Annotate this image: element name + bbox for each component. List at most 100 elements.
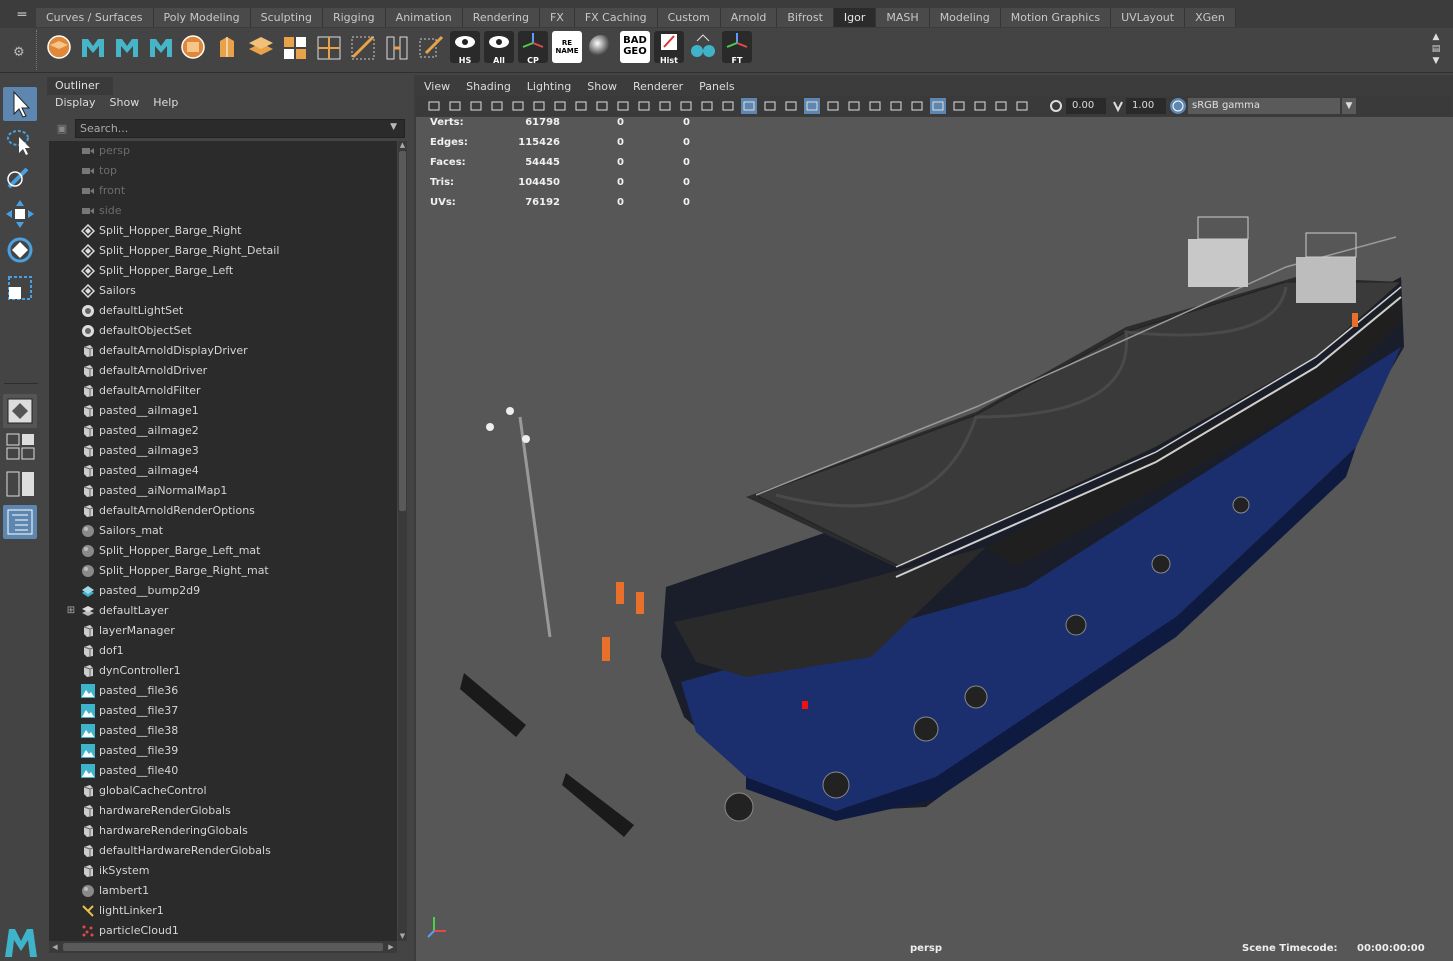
shelf-tab[interactable]: Rigging — [322, 8, 386, 27]
shelf-scroll-arrows[interactable]: ▲ ▤ ▼ — [1431, 31, 1441, 67]
exposure-icon[interactable] — [1048, 98, 1064, 114]
film-gate-icon[interactable] — [573, 98, 589, 114]
safe-action-icon[interactable] — [657, 98, 673, 114]
shelf-tab[interactable]: Igor — [833, 8, 877, 27]
viewport-menu-item[interactable]: Show — [587, 79, 617, 95]
outliner-item[interactable]: Split_Hopper_Barge_Right — [49, 221, 397, 241]
outliner-item[interactable]: pasted__aiImage2 — [49, 421, 397, 441]
shelf-tab[interactable]: UVLayout — [1111, 8, 1186, 27]
viewport-menu-item[interactable]: View — [424, 79, 450, 95]
outliner-item[interactable]: Sailors_mat — [49, 521, 397, 541]
maya-m-icon-2[interactable] — [112, 31, 142, 63]
outliner-item[interactable]: pasted__file39 — [49, 741, 397, 761]
outliner-item[interactable]: side — [49, 201, 397, 221]
outliner-title[interactable]: Outliner — [47, 77, 113, 95]
shelf-tab[interactable]: Poly Modeling — [153, 8, 251, 27]
poly-sphere-icon[interactable] — [44, 31, 74, 63]
extrude-icon[interactable] — [212, 31, 242, 63]
shadows-icon[interactable] — [825, 98, 841, 114]
outliner-item[interactable]: dof1 — [49, 641, 397, 661]
grid-icon[interactable] — [552, 98, 568, 114]
maya-m-icon-3[interactable] — [146, 31, 176, 63]
outliner-horizontal-scrollbar[interactable]: ◀ ▶ — [49, 941, 397, 953]
bad-geo-button[interactable]: BAD GEO — [620, 31, 650, 63]
shelf-menu-icon[interactable]: ═ — [8, 6, 36, 24]
smooth-shade-icon[interactable] — [720, 98, 736, 114]
backface-culling-icon[interactable] — [1014, 98, 1030, 114]
viewport-menu-item[interactable]: Panels — [699, 79, 734, 95]
shelf-tab[interactable]: Bifrost — [777, 8, 834, 27]
outliner-item[interactable]: Split_Hopper_Barge_Right_Detail — [49, 241, 397, 261]
outliner-item[interactable]: defaultLightSet — [49, 301, 397, 321]
2d-pan-zoom-icon[interactable] — [531, 98, 547, 114]
outliner-item[interactable]: hardwareRenderGlobals — [49, 801, 397, 821]
viewport-menu-item[interactable]: Renderer — [633, 79, 683, 95]
outliner-item[interactable]: Sailors — [49, 281, 397, 301]
use-all-lights-icon[interactable] — [804, 98, 820, 114]
exposure-field[interactable]: 0.00 — [1066, 98, 1106, 114]
chevron-down-icon[interactable]: ▼ — [390, 122, 397, 132]
outliner-item[interactable]: ⊞ defaultLayer — [49, 601, 397, 621]
shelf-tab[interactable]: Sculpting — [250, 8, 323, 27]
outliner-item[interactable]: front — [49, 181, 397, 201]
gamma-field[interactable]: 1.00 — [1126, 98, 1166, 114]
safe-title-icon[interactable] — [678, 98, 694, 114]
outliner-item[interactable]: persp — [49, 141, 397, 161]
shelf-tab[interactable]: Curves / Surfaces — [36, 8, 154, 27]
scroll-right-icon[interactable]: ▶ — [385, 941, 397, 953]
shelf-tab[interactable]: XGen — [1185, 8, 1236, 27]
xray-icon[interactable] — [951, 98, 967, 114]
default-material-icon[interactable] — [762, 98, 778, 114]
edit-edge-icon[interactable] — [416, 31, 446, 63]
grid-squares-icon[interactable] — [280, 31, 310, 63]
single-pane-layout-icon[interactable] — [3, 394, 37, 428]
shelf-tab[interactable]: Animation — [385, 8, 463, 27]
bridge-icon[interactable] — [382, 31, 412, 63]
outliner-item[interactable]: defaultArnoldFilter — [49, 381, 397, 401]
knife-icon[interactable] — [348, 31, 378, 63]
scale-tool-icon[interactable] — [3, 271, 37, 305]
outliner-item[interactable]: defaultArnoldRenderOptions — [49, 501, 397, 521]
expand-icon[interactable]: ⊞ — [65, 601, 77, 621]
show-all-button[interactable]: All — [484, 31, 514, 65]
outliner-item[interactable]: pasted__file38 — [49, 721, 397, 741]
select-camera-icon[interactable] — [426, 98, 442, 114]
chevron-down-icon[interactable]: ▼ — [1342, 98, 1356, 114]
search-filter-icon[interactable]: ▣ — [53, 120, 71, 138]
outliner-item[interactable]: defaultArnoldDisplayDriver — [49, 341, 397, 361]
outliner-menu-item[interactable]: Display — [55, 96, 96, 110]
gear-icon[interactable]: ⚙ — [13, 45, 25, 60]
xray-joints-icon[interactable] — [972, 98, 988, 114]
3d-viewport[interactable]: Verts: 61798 0 0 Edges: 115426 0 0 Faces: 54445 0 0… — [416, 117, 1453, 961]
paint-select-tool-icon[interactable] — [3, 161, 37, 195]
outliner-item[interactable]: lightLinker1 — [49, 901, 397, 921]
outliner-item[interactable]: dynController1 — [49, 661, 397, 681]
color-management-icon[interactable] — [1170, 98, 1186, 114]
scroll-down-icon[interactable]: ▼ — [398, 932, 407, 941]
layers-icon[interactable] — [246, 31, 276, 63]
center-pivot-button[interactable]: CP — [518, 31, 548, 65]
cluster-icon[interactable] — [688, 31, 718, 63]
field-chart-icon[interactable] — [636, 98, 652, 114]
resolution-gate-icon[interactable] — [594, 98, 610, 114]
outliner-item[interactable]: pasted__file37 — [49, 701, 397, 721]
hide-selected-button[interactable]: HS — [450, 31, 480, 65]
outliner-item[interactable]: Split_Hopper_Barge_Left — [49, 261, 397, 281]
bookmark-icon[interactable] — [468, 98, 484, 114]
rotate-tool-icon[interactable] — [3, 233, 37, 267]
outliner-vertical-scrollbar[interactable]: ▲ ▼ — [398, 141, 407, 941]
scroll-up-icon[interactable]: ▲ — [398, 141, 407, 150]
grease-pencil-icon[interactable] — [510, 98, 526, 114]
outliner-item[interactable]: Split_Hopper_Barge_Left_mat — [49, 541, 397, 561]
shelf-tab[interactable]: Rendering — [462, 8, 540, 27]
outliner-item[interactable]: Split_Hopper_Barge_Right_mat — [49, 561, 397, 581]
textured-icon[interactable] — [783, 98, 799, 114]
viewport-menu-item[interactable]: Lighting — [527, 79, 571, 95]
shelf-tab[interactable]: FX — [539, 8, 575, 27]
freeze-transform-button[interactable]: FT — [722, 31, 752, 65]
scroll-left-icon[interactable]: ◀ — [49, 941, 61, 953]
shelf-tab[interactable]: Custom — [657, 8, 721, 27]
scroll-thumb[interactable] — [399, 151, 406, 511]
four-pane-layout-icon[interactable] — [3, 431, 37, 461]
scroll-thumb[interactable] — [63, 943, 383, 951]
